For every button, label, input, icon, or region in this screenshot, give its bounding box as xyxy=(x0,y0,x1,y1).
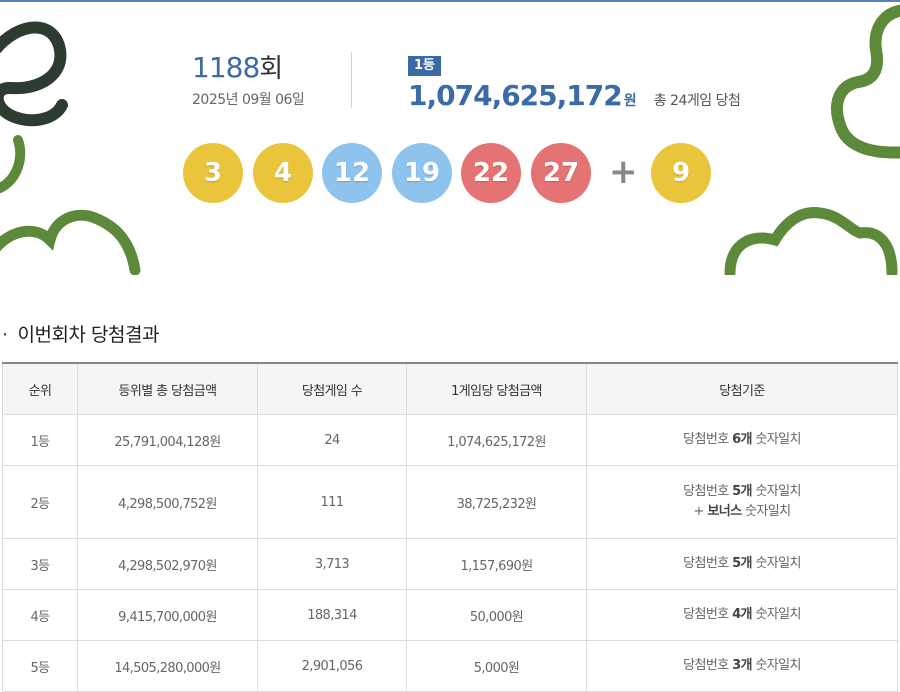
total-cell: 4,298,500,752원 xyxy=(77,465,258,539)
ball-2: 4 xyxy=(253,143,313,203)
decor-green-hill-right-icon xyxy=(724,207,898,275)
rank-badge: 1등 xyxy=(408,56,442,76)
rank-cell: 3등 xyxy=(2,538,78,590)
header-per-game: 1게임당 당첨금액 xyxy=(406,362,587,415)
criteria-cell: 당첨번호 3개 숫자일치 xyxy=(586,640,898,692)
header-criteria: 당첨기준 xyxy=(586,362,898,415)
draw-info: 1188회 2025년 09월 06일 xyxy=(192,51,305,109)
table-row: 3등 4,298,502,970원 3,713 1,157,690원 당첨번호 … xyxy=(2,538,898,590)
per-game-cell: 5,000원 xyxy=(406,640,587,692)
ball-4: 19 xyxy=(392,143,452,203)
bonus-ball: 9 xyxy=(651,143,711,203)
table-row: 1등 25,791,004,128원 24 1,074,625,172원 당첨번… xyxy=(2,414,898,466)
per-game-cell: 1,074,625,172원 xyxy=(406,414,587,466)
table-row: 5등 14,505,280,000원 2,901,056 5,000원 당첨번호… xyxy=(2,640,898,692)
total-cell: 9,415,700,000원 xyxy=(77,589,258,641)
games-cell: 24 xyxy=(257,414,407,466)
first-prize-info: 1등 1,074,625,172 원 총 24게임 당첨 xyxy=(408,54,741,112)
header-rank: 순위 xyxy=(2,362,78,415)
rank-cell: 5등 xyxy=(2,640,78,692)
games-cell: 2,901,056 xyxy=(257,640,407,692)
draw-date: 2025년 09월 06일 xyxy=(192,92,305,108)
header-games: 당첨게임 수 xyxy=(257,362,407,415)
table-row: 2등 4,298,500,752원 111 38,725,232원 당첨번호 5… xyxy=(2,465,898,539)
decor-dark-swirl-icon xyxy=(0,21,68,127)
games-cell: 188,314 xyxy=(257,589,407,641)
ball-5: 22 xyxy=(461,143,521,203)
first-prize-amount: 1,074,625,172 xyxy=(408,79,623,112)
table-row: 4등 9,415,700,000원 188,314 50,000원 당첨번호 4… xyxy=(2,589,898,641)
header-total: 등위별 총 당첨금액 xyxy=(77,362,258,415)
top-border xyxy=(0,0,900,2)
per-game-cell: 1,157,690원 xyxy=(406,538,587,590)
games-cell: 3,713 xyxy=(257,538,407,590)
winners-note: 총 24게임 당첨 xyxy=(653,93,741,109)
games-cell: 111 xyxy=(257,465,407,539)
total-cell: 25,791,004,128원 xyxy=(77,414,258,466)
rank-cell: 4등 xyxy=(2,589,78,641)
decor-green-hill-left-icon xyxy=(0,135,141,275)
round-number: 1188회 xyxy=(192,51,283,85)
header-divider xyxy=(351,52,352,108)
total-cell: 4,298,502,970원 xyxy=(77,538,258,590)
rank-cell: 1등 xyxy=(2,414,78,466)
plus-sign: + xyxy=(609,152,638,192)
table-header-row: 순위 등위별 총 당첨금액 당첨게임 수 1게임당 당첨금액 당첨기준 xyxy=(2,362,898,415)
ball-6: 27 xyxy=(531,143,591,203)
criteria-cell: 당첨번호 4개 숫자일치 xyxy=(586,589,898,641)
decor-green-cloud-right-icon xyxy=(831,4,900,159)
results-table: 순위 등위별 총 당첨금액 당첨게임 수 1게임당 당첨금액 당첨기준 1등 2… xyxy=(2,362,898,692)
per-game-cell: 50,000원 xyxy=(406,589,587,641)
per-game-cell: 38,725,232원 xyxy=(406,465,587,539)
bullet-dot-icon: · xyxy=(2,324,8,346)
criteria-cell: 당첨번호 5개 숫자일치 xyxy=(586,538,898,590)
ball-1: 3 xyxy=(183,143,243,203)
currency-label: 원 xyxy=(623,93,637,109)
total-cell: 14,505,280,000원 xyxy=(77,640,258,692)
criteria-cell: 당첨번호 6개 숫자일치 xyxy=(586,414,898,466)
criteria-cell: 당첨번호 5개 숫자일치 + 보너스 숫자일치 xyxy=(586,465,898,539)
rank-cell: 2등 xyxy=(2,465,78,539)
section-title: · 이번회차 당첨결과 xyxy=(2,324,159,346)
ball-3: 12 xyxy=(322,143,382,203)
